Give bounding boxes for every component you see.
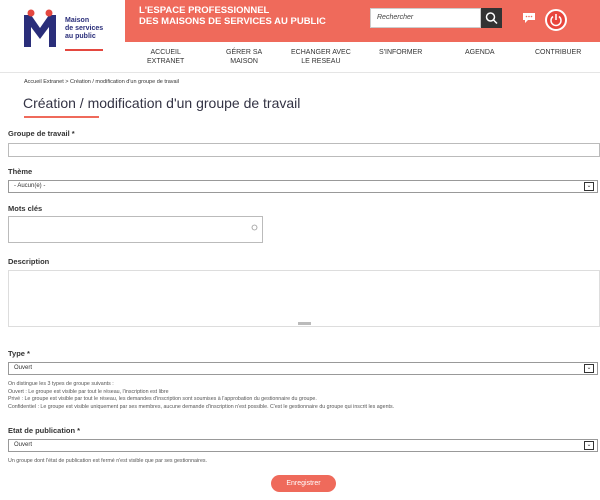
main-nav: ACCUEIL EXTRANET GÉRER SA MAISON ECHANGE… xyxy=(125,42,600,72)
theme-select[interactable]: - Aucun(e) - ⌄ xyxy=(8,180,598,193)
nav-item-agenda[interactable]: AGENDA xyxy=(465,48,495,57)
type-select[interactable]: Ouvert ⌄ xyxy=(8,362,598,375)
nav-item-label: CONTRIBUER xyxy=(535,49,582,56)
nav-item-informer[interactable]: S'INFORMER xyxy=(379,48,422,57)
type-label: Type * xyxy=(8,349,30,358)
nav-item-contribuer[interactable]: CONTRIBUER xyxy=(535,48,581,57)
nav-item-label: ECHANGER AVEC xyxy=(291,49,351,56)
page-title: Création / modification d'un groupe de t… xyxy=(23,95,301,111)
help-line: Ouvert : Le groupe est visible par tout … xyxy=(8,388,169,395)
power-icon xyxy=(550,14,562,27)
logo[interactable]: Maison de services au public xyxy=(0,0,125,51)
logo-line: Maison xyxy=(65,17,90,24)
header-banner: L'ESPACE PROFESSIONNEL DES MAISONS DE SE… xyxy=(125,0,600,42)
keywords-input[interactable] xyxy=(8,216,263,243)
type-select-value: Ouvert xyxy=(14,365,33,371)
logo-underline xyxy=(65,49,103,51)
save-button[interactable]: Enregistrer xyxy=(271,475,336,492)
banner-title-line: L'ESPACE PROFESSIONNEL xyxy=(139,5,270,16)
breadcrumb: Accueil Extranet > Création / modificati… xyxy=(24,79,179,85)
msap-logo-icon xyxy=(24,9,56,47)
chevron-down-icon: ⌄ xyxy=(584,182,594,191)
nav-item-echanger[interactable]: ECHANGER AVEC LE RESEAU xyxy=(291,48,351,66)
logout-button[interactable] xyxy=(545,9,567,31)
status-select-value: Ouvert xyxy=(14,442,33,448)
description-label: Description xyxy=(8,257,50,266)
help-line: Privé : Le groupe est visible par tout l… xyxy=(8,396,317,402)
nav-item-label: EXTRANET xyxy=(147,58,185,65)
breadcrumb-home-link[interactable]: Accueil Extranet xyxy=(24,79,64,85)
title-underline xyxy=(24,116,99,118)
search-button[interactable] xyxy=(481,8,502,28)
description-textarea[interactable] xyxy=(8,270,600,327)
theme-label: Thème xyxy=(8,167,33,176)
nav-item-label: MAISON xyxy=(230,58,258,65)
resize-handle[interactable] xyxy=(298,322,311,325)
group-label: Groupe de travail * xyxy=(8,129,75,138)
nav-item-label: GÉRER SA xyxy=(226,49,263,56)
group-name-input[interactable] xyxy=(8,143,600,157)
nav-item-label: ACCUEIL xyxy=(150,49,181,56)
theme-select-value: - Aucun(e) - xyxy=(14,183,46,189)
type-help-text: On distingue les 3 types de groupe suiva… xyxy=(8,381,394,411)
keywords-label: Mots clés xyxy=(8,204,43,213)
help-line: On distingue les 3 types de groupe suiva… xyxy=(8,381,114,387)
nav-item-label: S'INFORMER xyxy=(379,49,423,56)
logo-line: au public xyxy=(65,33,96,40)
breadcrumb-current: Création / modification d'un groupe de t… xyxy=(70,79,180,85)
search-icon xyxy=(485,12,498,25)
nav-item-accueil[interactable]: ACCUEIL EXTRANET xyxy=(147,48,184,66)
status-help-text: Un groupe dont l'état de publication est… xyxy=(8,458,208,464)
banner-title: L'ESPACE PROFESSIONNEL DES MAISONS DE SE… xyxy=(139,5,326,27)
status-select[interactable]: Ouvert ⌄ xyxy=(8,439,598,452)
chat-icon[interactable] xyxy=(522,12,536,24)
chevron-down-icon: ⌄ xyxy=(584,441,594,450)
banner-title-line: DES MAISONS DE SERVICES AU PUBLIC xyxy=(139,15,326,27)
logo-text: Maison de services au public xyxy=(65,17,103,41)
nav-item-gerer[interactable]: GÉRER SA MAISON xyxy=(226,48,262,66)
status-label: Etat de publication * xyxy=(8,426,81,435)
logo-line: de services xyxy=(65,25,104,32)
chevron-down-icon: ⌄ xyxy=(584,364,594,373)
nav-item-label: LE RESEAU xyxy=(301,58,341,65)
nav-divider xyxy=(0,72,600,73)
nav-item-label: AGENDA xyxy=(465,49,495,56)
search-input[interactable]: Rechercher xyxy=(370,8,481,28)
help-line: Confidentiel : Le groupe est visible uni… xyxy=(8,403,395,410)
autocomplete-icon xyxy=(251,224,258,231)
